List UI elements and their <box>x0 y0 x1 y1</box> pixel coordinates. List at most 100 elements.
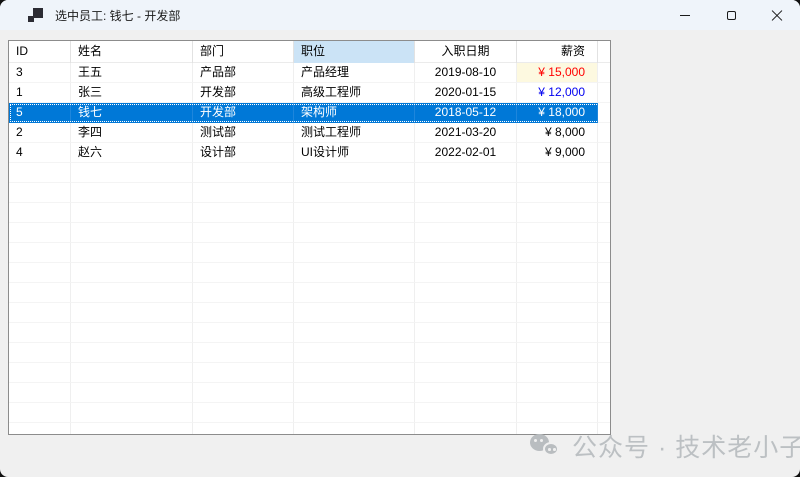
table-body: 3王五产品部产品经理2019-08-10¥ 15,0001张三开发部高级工程师2… <box>9 63 610 435</box>
cell-id[interactable]: 3 <box>9 63 71 83</box>
cell-empty <box>294 243 415 263</box>
cell-empty <box>415 283 517 303</box>
cell-empty <box>415 403 517 423</box>
cell-salary[interactable]: ¥ 9,000 <box>517 143 598 163</box>
column-header-dept[interactable]: 部门 <box>193 41 294 63</box>
window-title: 选中员工: 钱七 - 开发部 <box>55 7 180 24</box>
cell-empty <box>71 263 193 283</box>
cell-name[interactable]: 李四 <box>71 123 193 143</box>
cell-position[interactable]: UI设计师 <box>294 143 415 163</box>
cell-salary[interactable]: ¥ 18,000 <box>517 103 598 123</box>
table-row[interactable]: 1张三开发部高级工程师2020-01-15¥ 12,000 <box>9 83 610 103</box>
watermark: 公众号 · 技术老小子 <box>530 428 800 464</box>
cell-empty <box>9 203 71 223</box>
wechat-chat-bubbles-icon <box>530 432 563 460</box>
table-row-empty <box>9 163 610 183</box>
watermark-text: 公众号 · 技术老小子 <box>572 428 800 464</box>
cell-hire_date[interactable]: 2022-02-01 <box>415 143 517 163</box>
cell-empty <box>294 163 415 183</box>
cell-hire_date[interactable]: 2020-01-15 <box>415 83 517 103</box>
cell-empty <box>9 303 71 323</box>
cell-empty <box>193 383 294 403</box>
cell-dept[interactable]: 测试部 <box>193 123 294 143</box>
cell-empty <box>71 203 193 223</box>
cell-id[interactable]: 5 <box>9 103 71 123</box>
cell-empty <box>415 343 517 363</box>
cell-position[interactable]: 产品经理 <box>294 63 415 83</box>
maximize-button[interactable] <box>708 0 754 30</box>
cell-position[interactable]: 测试工程师 <box>294 123 415 143</box>
cell-empty <box>9 243 71 263</box>
cell-empty <box>517 243 598 263</box>
cell-empty <box>9 163 71 183</box>
column-header-name[interactable]: 姓名 <box>71 41 193 63</box>
cell-empty <box>9 283 71 303</box>
cell-empty <box>517 163 598 183</box>
cell-empty <box>9 323 71 343</box>
cell-empty <box>71 403 193 423</box>
cell-hire_date[interactable]: 2019-08-10 <box>415 63 517 83</box>
cell-empty <box>9 363 71 383</box>
cell-empty <box>517 363 598 383</box>
cell-empty <box>193 363 294 383</box>
column-header-id[interactable]: ID <box>9 41 71 63</box>
cell-salary[interactable]: ¥ 8,000 <box>517 123 598 143</box>
cell-empty <box>71 243 193 263</box>
cell-empty <box>71 343 193 363</box>
cell-position[interactable]: 架构师 <box>294 103 415 123</box>
table-row[interactable]: 3王五产品部产品经理2019-08-10¥ 15,000 <box>9 63 610 83</box>
cell-dept[interactable]: 开发部 <box>193 103 294 123</box>
minimize-button[interactable] <box>662 0 708 30</box>
cell-empty <box>517 223 598 243</box>
table-row-empty <box>9 403 610 423</box>
cell-salary[interactable]: ¥ 15,000 <box>517 63 598 83</box>
cell-name[interactable]: 王五 <box>71 63 193 83</box>
cell-id[interactable]: 1 <box>9 83 71 103</box>
cell-empty <box>294 263 415 283</box>
cell-empty <box>193 223 294 243</box>
cell-hire_date[interactable]: 2018-05-12 <box>415 103 517 123</box>
cell-dept[interactable]: 产品部 <box>193 63 294 83</box>
cell-empty <box>71 163 193 183</box>
cell-id[interactable]: 4 <box>9 143 71 163</box>
cell-salary[interactable]: ¥ 12,000 <box>517 83 598 103</box>
cell-name[interactable]: 张三 <box>71 83 193 103</box>
employee-table: ID姓名部门职位入职日期薪资 3王五产品部产品经理2019-08-10¥ 15,… <box>8 40 611 435</box>
cell-empty <box>193 283 294 303</box>
table-row-selected[interactable]: 5钱七开发部架构师2018-05-12¥ 18,000 <box>9 103 610 123</box>
column-header-salary[interactable]: 薪资 <box>517 41 598 63</box>
column-header-position[interactable]: 职位 <box>294 41 415 63</box>
cell-empty <box>71 363 193 383</box>
title-bar: 选中员工: 钱七 - 开发部 <box>0 0 800 30</box>
cell-empty <box>415 163 517 183</box>
table-row-empty <box>9 243 610 263</box>
cell-empty <box>415 183 517 203</box>
cell-empty <box>294 343 415 363</box>
cell-empty <box>71 423 193 435</box>
cell-empty <box>71 383 193 403</box>
column-header-hire_date[interactable]: 入职日期 <box>415 41 517 63</box>
table-row[interactable]: 2李四测试部测试工程师2021-03-20¥ 8,000 <box>9 123 610 143</box>
table-row[interactable]: 4赵六设计部UI设计师2022-02-01¥ 9,000 <box>9 143 610 163</box>
cell-empty <box>71 323 193 343</box>
cell-dept[interactable]: 开发部 <box>193 83 294 103</box>
close-button[interactable] <box>754 0 800 30</box>
cell-empty <box>71 183 193 203</box>
cell-empty <box>294 283 415 303</box>
cell-hire_date[interactable]: 2021-03-20 <box>415 123 517 143</box>
cell-empty <box>415 383 517 403</box>
cell-empty <box>9 423 71 435</box>
cell-name[interactable]: 赵六 <box>71 143 193 163</box>
cell-position[interactable]: 高级工程师 <box>294 83 415 103</box>
cell-empty <box>193 263 294 283</box>
cell-id[interactable]: 2 <box>9 123 71 143</box>
cell-empty <box>517 383 598 403</box>
cell-empty <box>193 323 294 343</box>
cell-name[interactable]: 钱七 <box>71 103 193 123</box>
table-row-empty <box>9 183 610 203</box>
cell-empty <box>193 403 294 423</box>
cell-dept[interactable]: 设计部 <box>193 143 294 163</box>
cell-empty <box>9 223 71 243</box>
cell-empty <box>294 423 415 435</box>
cell-empty <box>294 303 415 323</box>
